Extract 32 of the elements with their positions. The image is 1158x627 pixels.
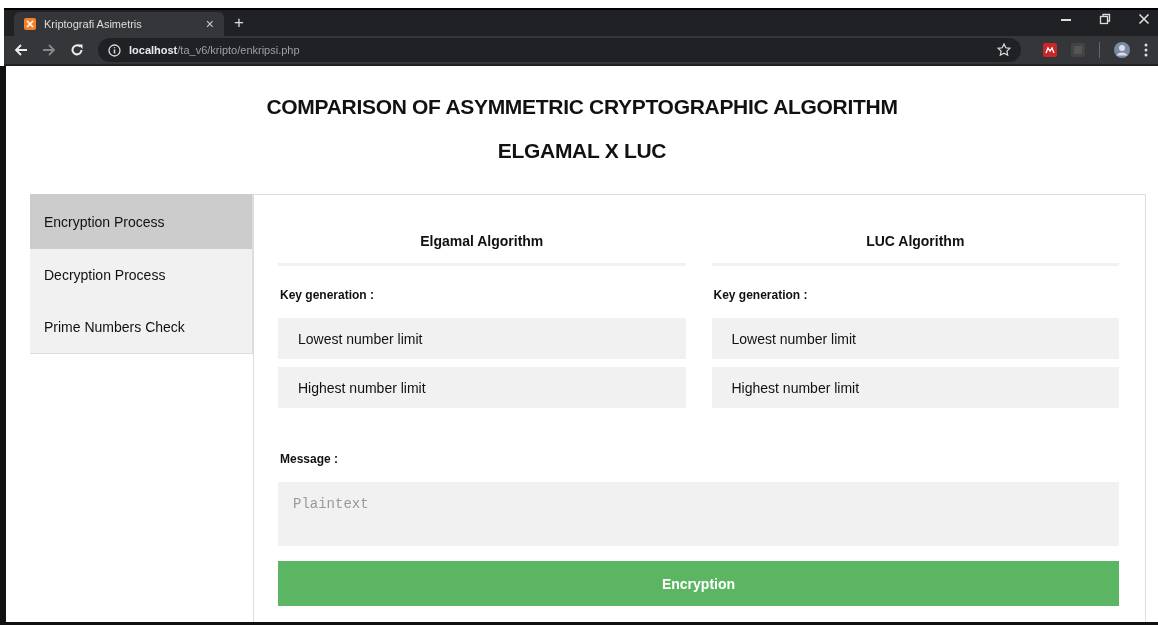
url-text: localhost/ta_v6/kripto/enkripsi.php [129, 44, 300, 56]
browser-tab[interactable]: Kriptografi Asimetris × [14, 12, 224, 36]
app-icon [24, 18, 36, 30]
close-icon[interactable] [1138, 13, 1150, 25]
message-label: Message : [279, 451, 340, 468]
page-title: COMPARISON OF ASYMMETRIC CRYPTOGRAPHIC ALGORITHM [266, 95, 898, 119]
input-field[interactable]: Lowest number limit [711, 318, 1119, 359]
back-icon[interactable] [14, 43, 28, 57]
input-field[interactable]: Highest number limit [711, 367, 1119, 408]
input-field[interactable]: Lowest number limit [278, 318, 686, 359]
tab-title: Kriptografi Asimetris [44, 18, 143, 30]
reload-icon[interactable] [70, 43, 84, 57]
star-icon[interactable] [997, 43, 1011, 57]
section-label: Key generation : [712, 287, 809, 304]
column-heading: Elgamal Algorithm [278, 207, 686, 266]
input-field[interactable]: Highest number limit [278, 367, 686, 408]
profile-avatar-icon[interactable] [1114, 42, 1130, 58]
page-title: ELGAMAL X LUC [497, 139, 667, 163]
address-bar[interactable]: localhost/ta_v6/kripto/enkripsi.php [98, 38, 1021, 62]
column-heading: LUC Algorithm [711, 207, 1119, 266]
restore-icon[interactable] [1099, 13, 1111, 25]
forward-icon[interactable] [42, 43, 56, 57]
new-tab-button[interactable]: + [234, 13, 244, 33]
message-field[interactable]: Plaintext [278, 482, 1119, 546]
extension-icon[interactable] [1043, 43, 1057, 57]
section-label: Key generation : [279, 287, 376, 304]
menu-icon[interactable] [1144, 43, 1148, 57]
sidebar-item[interactable]: Prime Numbers Check [30, 301, 252, 353]
sidebar-item[interactable]: Encryption Process [30, 194, 252, 249]
info-icon [108, 43, 121, 57]
close-tab-button[interactable]: × [205, 16, 214, 32]
sidebar-item[interactable]: Decryption Process [30, 249, 252, 301]
